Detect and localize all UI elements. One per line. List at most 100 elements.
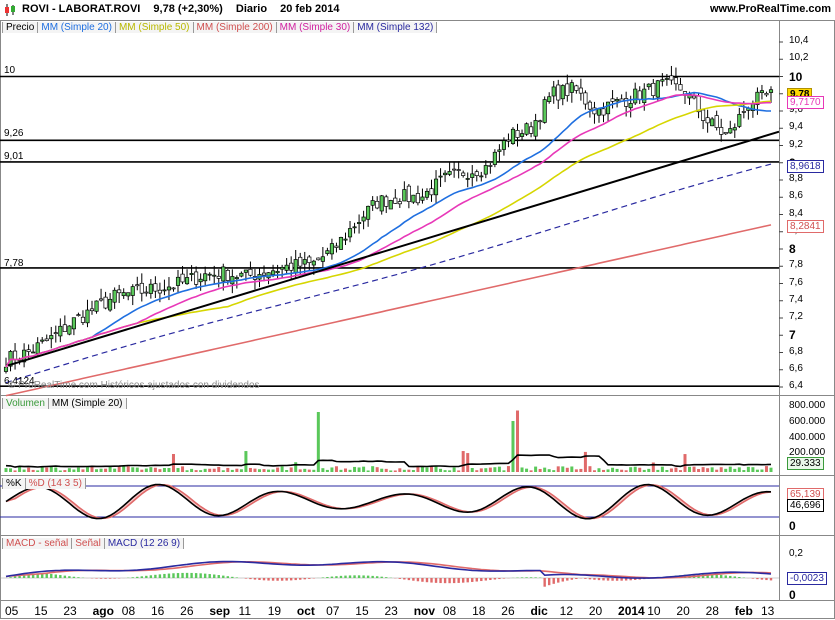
volume-bar xyxy=(647,468,651,472)
candle xyxy=(547,96,552,102)
legend-stoch-d[interactable]: %D (14 3 5) xyxy=(25,478,86,489)
volume-bar xyxy=(248,467,252,472)
level-label-901: 9,01 xyxy=(4,151,24,162)
legend-stoch-k[interactable]: %K xyxy=(2,478,26,489)
volume-bar xyxy=(384,468,388,472)
volume-bar xyxy=(235,468,239,472)
candle xyxy=(519,133,525,137)
candle xyxy=(135,284,140,287)
time-tick-label: 13 xyxy=(761,604,775,618)
volume-bar xyxy=(769,467,773,472)
candle xyxy=(67,325,72,335)
candle xyxy=(239,272,244,277)
volume-bar xyxy=(688,466,692,472)
macd-hist-bar xyxy=(54,574,57,578)
volume-bar xyxy=(194,470,198,472)
volume-bar xyxy=(620,469,624,472)
volume-bar xyxy=(602,469,606,472)
volume-bar xyxy=(561,466,565,472)
volume-bar xyxy=(751,467,755,472)
legend-sma132[interactable]: MM (Simple 132) xyxy=(354,22,438,33)
volume-bar xyxy=(733,468,737,472)
candle xyxy=(560,85,565,100)
volume-bar xyxy=(502,470,506,472)
macd-hist-bar xyxy=(308,578,311,579)
macd-hist-bar xyxy=(226,576,230,578)
volume-bar xyxy=(126,466,130,472)
candle xyxy=(764,93,769,96)
volume-bar xyxy=(556,466,560,472)
macd-hist-bar xyxy=(262,578,266,581)
candle xyxy=(162,289,167,292)
macd-hist-bar xyxy=(59,575,62,578)
macd-hist-bar xyxy=(235,577,239,578)
volume-bar xyxy=(244,451,248,472)
price-tick-label: 7 xyxy=(789,328,796,343)
candle xyxy=(615,99,620,102)
site-link[interactable]: www.ProRealTime.com xyxy=(710,3,831,15)
macd-hist-bar xyxy=(330,576,334,578)
legend-volume-sma[interactable]: MM (Simple 20) xyxy=(48,398,127,409)
price-tick-label: 7,4 xyxy=(789,293,803,305)
macd-hist-bar xyxy=(326,576,329,578)
level-label-926: 9,26 xyxy=(4,128,24,139)
candle xyxy=(628,103,633,109)
macd-hist-bar xyxy=(375,576,379,578)
vol-tick-400k: 400.000 xyxy=(789,432,826,443)
legend-sma20[interactable]: MM (Simple 20) xyxy=(38,22,116,33)
candle xyxy=(35,342,40,354)
legend-volume[interactable]: Volumen xyxy=(2,398,49,409)
candle xyxy=(465,178,470,180)
time-tick-label: 15 xyxy=(355,604,369,618)
level-label-778: 7,78 xyxy=(4,258,24,269)
legend-sma30[interactable]: MM (Simple 30) xyxy=(276,22,355,33)
legend-sma50[interactable]: MM (Simple 50) xyxy=(115,22,194,33)
volume-bar xyxy=(113,468,117,472)
macd-hist-bar xyxy=(95,578,98,579)
legend-sma200[interactable]: MM (Simple 200) xyxy=(193,22,277,33)
volume-bar xyxy=(40,467,44,472)
legend-macd-line[interactable]: MACD (12 26 9) xyxy=(104,538,185,549)
price-tick-label: 9,2 xyxy=(789,138,803,150)
volume-bar xyxy=(271,469,275,472)
volume-bar xyxy=(615,468,619,472)
macd-hist-bar xyxy=(738,576,741,578)
macd-hist-bar xyxy=(593,578,596,580)
candle xyxy=(94,300,99,312)
volume-bar xyxy=(678,470,682,472)
candle xyxy=(443,172,448,176)
legend-price[interactable]: Precio xyxy=(2,22,39,33)
volume-bar xyxy=(257,469,261,472)
volume-bar xyxy=(158,469,162,472)
volume-bar xyxy=(181,466,185,472)
macd-hist-bar xyxy=(543,578,546,587)
volume-bar xyxy=(357,467,361,472)
candle xyxy=(338,236,344,250)
volume-bar xyxy=(99,468,103,472)
macd-hist-bar xyxy=(566,578,569,581)
volume-bar xyxy=(737,467,741,472)
time-tick-label: feb xyxy=(734,604,753,618)
macd-hist-bar xyxy=(575,578,578,580)
macd-hist-bar xyxy=(357,575,361,578)
sma30-badge: 9,7170 xyxy=(787,96,824,109)
volume-bar xyxy=(697,469,701,472)
volume-bar xyxy=(58,470,62,472)
candle xyxy=(406,185,411,202)
candle xyxy=(714,115,719,128)
legend-macd-signal[interactable]: Señal xyxy=(72,538,105,549)
time-tick-label: nov xyxy=(413,604,436,618)
candle xyxy=(737,114,742,127)
volume-bar xyxy=(552,470,556,472)
candle xyxy=(456,169,461,171)
legend-macd-hist[interactable]: MACD - señal xyxy=(2,538,73,549)
volume-bar xyxy=(298,469,302,472)
macd-hist-bar xyxy=(498,578,501,580)
candle xyxy=(438,175,443,178)
symbol-label: ROVI - LABORAT.ROVI xyxy=(22,3,141,15)
macd-hist-bar xyxy=(715,574,718,578)
candle xyxy=(524,123,529,135)
volume-bar xyxy=(54,467,58,472)
volume-bar xyxy=(217,466,221,472)
candle xyxy=(384,196,389,207)
